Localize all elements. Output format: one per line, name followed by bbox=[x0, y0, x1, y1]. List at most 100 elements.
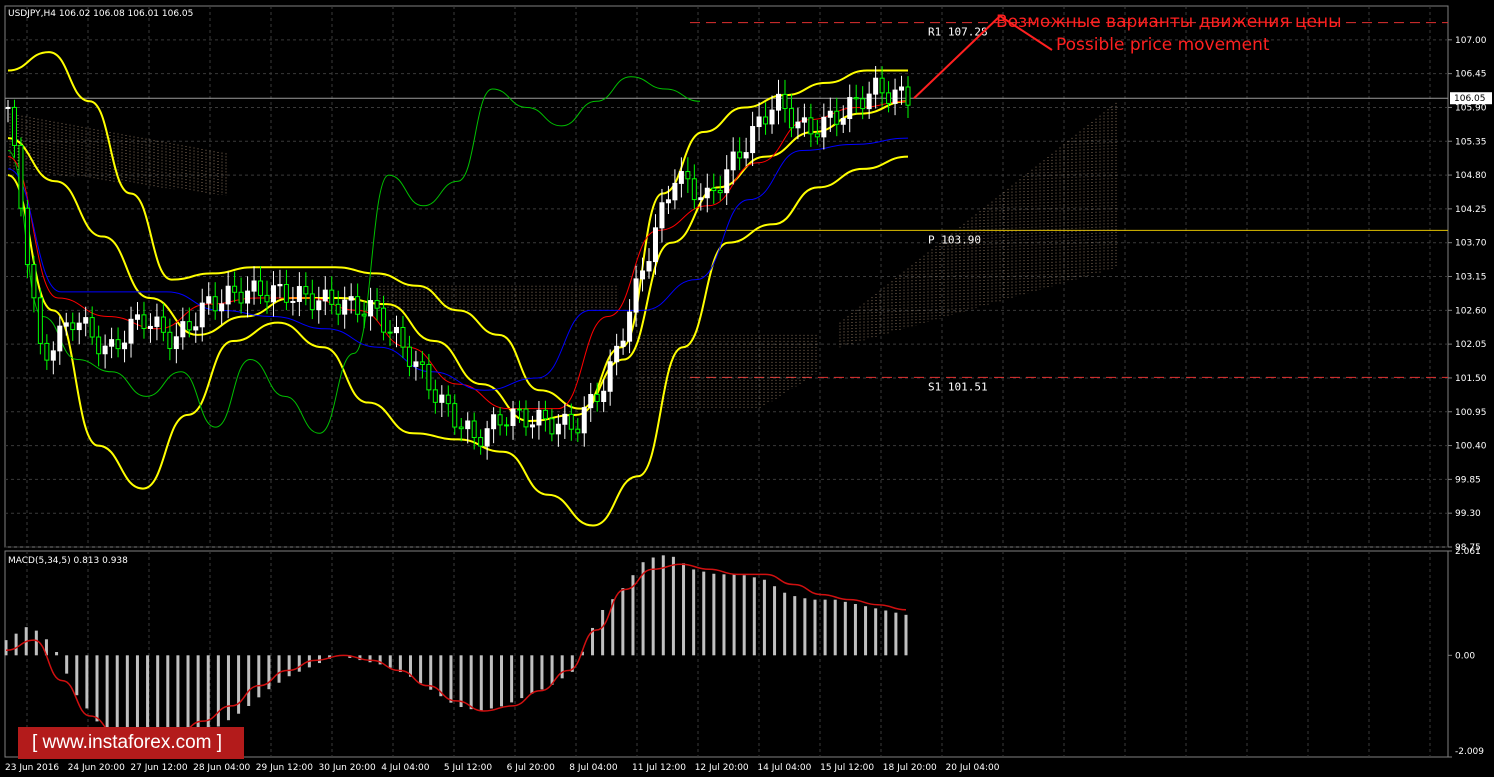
candle-body bbox=[122, 342, 128, 350]
macd-bar bbox=[317, 655, 321, 664]
candle-body bbox=[542, 409, 548, 420]
candle-body bbox=[562, 413, 568, 425]
candle-body bbox=[11, 106, 17, 146]
macd-bar bbox=[226, 655, 230, 721]
price-tick-label: 102.60 bbox=[1455, 306, 1487, 316]
candle-body bbox=[555, 423, 561, 435]
candle-body bbox=[309, 293, 315, 311]
candle-body bbox=[814, 133, 820, 138]
macd-bar bbox=[762, 579, 766, 656]
macd-bar bbox=[550, 655, 554, 685]
candle-body bbox=[633, 278, 639, 313]
macd-bar bbox=[884, 610, 888, 656]
time-axis-label: 23 Jun 2016 bbox=[5, 763, 59, 773]
candle-body bbox=[173, 336, 179, 350]
macd-bar bbox=[85, 655, 89, 709]
macd-bar bbox=[752, 577, 756, 656]
candle-body bbox=[517, 408, 523, 411]
candle-body bbox=[801, 117, 807, 123]
candle-body bbox=[737, 151, 743, 159]
candle-body bbox=[225, 285, 231, 305]
candle-body bbox=[730, 151, 736, 171]
macd-bar bbox=[742, 575, 746, 656]
candle-body bbox=[905, 86, 911, 106]
macd-bar bbox=[398, 655, 402, 673]
candle-body bbox=[76, 322, 82, 331]
candle-body bbox=[342, 299, 348, 315]
macd-bar bbox=[823, 599, 827, 656]
candle-body bbox=[594, 393, 600, 402]
current-price-label: 106.05 bbox=[1454, 94, 1486, 104]
macd-bar bbox=[55, 652, 59, 656]
level-label: P 103.90 bbox=[928, 233, 981, 246]
candle-body bbox=[283, 283, 289, 303]
candle-body bbox=[665, 199, 671, 204]
time-axis-label: 20 Jul 04:00 bbox=[946, 763, 1000, 773]
price-tick-label: 105.35 bbox=[1455, 137, 1487, 147]
candle-body bbox=[329, 289, 335, 305]
candle-body bbox=[834, 110, 840, 125]
candle-body bbox=[478, 437, 484, 447]
macd-bar bbox=[65, 655, 69, 674]
price-tick-label: 103.70 bbox=[1455, 239, 1487, 249]
candle-body bbox=[652, 227, 658, 263]
candle-body bbox=[672, 182, 678, 201]
macd-tick-label: 0.00 bbox=[1455, 651, 1475, 661]
candle-body bbox=[264, 294, 270, 303]
candle-body bbox=[322, 289, 328, 302]
candle-body bbox=[620, 340, 626, 347]
candle-body bbox=[348, 296, 354, 301]
macd-bar bbox=[702, 571, 706, 656]
grid bbox=[5, 6, 1448, 757]
macd-bar bbox=[429, 655, 433, 690]
candle-body bbox=[471, 420, 477, 439]
candles bbox=[5, 66, 911, 460]
candle-body bbox=[465, 420, 471, 430]
candle-body bbox=[31, 264, 37, 299]
candle-body bbox=[458, 426, 464, 430]
macd-bar bbox=[803, 598, 807, 656]
candle-body bbox=[413, 361, 419, 367]
candle-body bbox=[646, 261, 652, 272]
macd-bar bbox=[773, 586, 777, 656]
macd-bar bbox=[874, 608, 878, 656]
candle-body bbox=[180, 321, 186, 338]
candle-body bbox=[193, 326, 199, 331]
macd-bar bbox=[651, 557, 655, 656]
macd-bar bbox=[520, 655, 524, 699]
time-axis-label: 14 Jul 04:00 bbox=[757, 763, 811, 773]
candle-body bbox=[128, 318, 134, 344]
candle-body bbox=[258, 280, 264, 296]
candle-body bbox=[685, 171, 691, 180]
candle-body bbox=[96, 336, 102, 355]
candle-body bbox=[251, 280, 257, 292]
candle-body bbox=[484, 428, 490, 447]
macd-bar bbox=[722, 574, 726, 656]
candle-body bbox=[510, 408, 516, 426]
candle-body bbox=[601, 390, 607, 402]
candle-body bbox=[160, 316, 166, 333]
candle-body bbox=[497, 414, 503, 426]
price-tick-label: 103.15 bbox=[1455, 273, 1487, 283]
candle-body bbox=[290, 300, 296, 303]
candle-body bbox=[44, 342, 50, 361]
macd-bar bbox=[904, 614, 908, 656]
candle-body bbox=[763, 116, 769, 125]
macd-bar bbox=[105, 655, 109, 729]
time-axis-label: 15 Jul 12:00 bbox=[820, 763, 874, 773]
candle-body bbox=[439, 394, 445, 403]
macd-bar bbox=[540, 655, 544, 690]
symbol-header: USDJPY,H4 106.02 106.08 106.01 106.05 bbox=[8, 9, 193, 19]
candle-body bbox=[50, 350, 56, 361]
macd-bar bbox=[75, 655, 79, 696]
candle-body bbox=[808, 117, 814, 135]
macd-bar bbox=[469, 655, 473, 710]
candle-body bbox=[368, 300, 374, 317]
macd-bar bbox=[297, 655, 301, 672]
instaforex-watermark: [ www.instaforex.com ] bbox=[18, 727, 244, 759]
macd-bar bbox=[115, 655, 119, 734]
macd-bar bbox=[783, 592, 787, 656]
macd-bar bbox=[793, 596, 797, 656]
candle-body bbox=[419, 361, 425, 365]
macd-bar bbox=[368, 655, 372, 663]
